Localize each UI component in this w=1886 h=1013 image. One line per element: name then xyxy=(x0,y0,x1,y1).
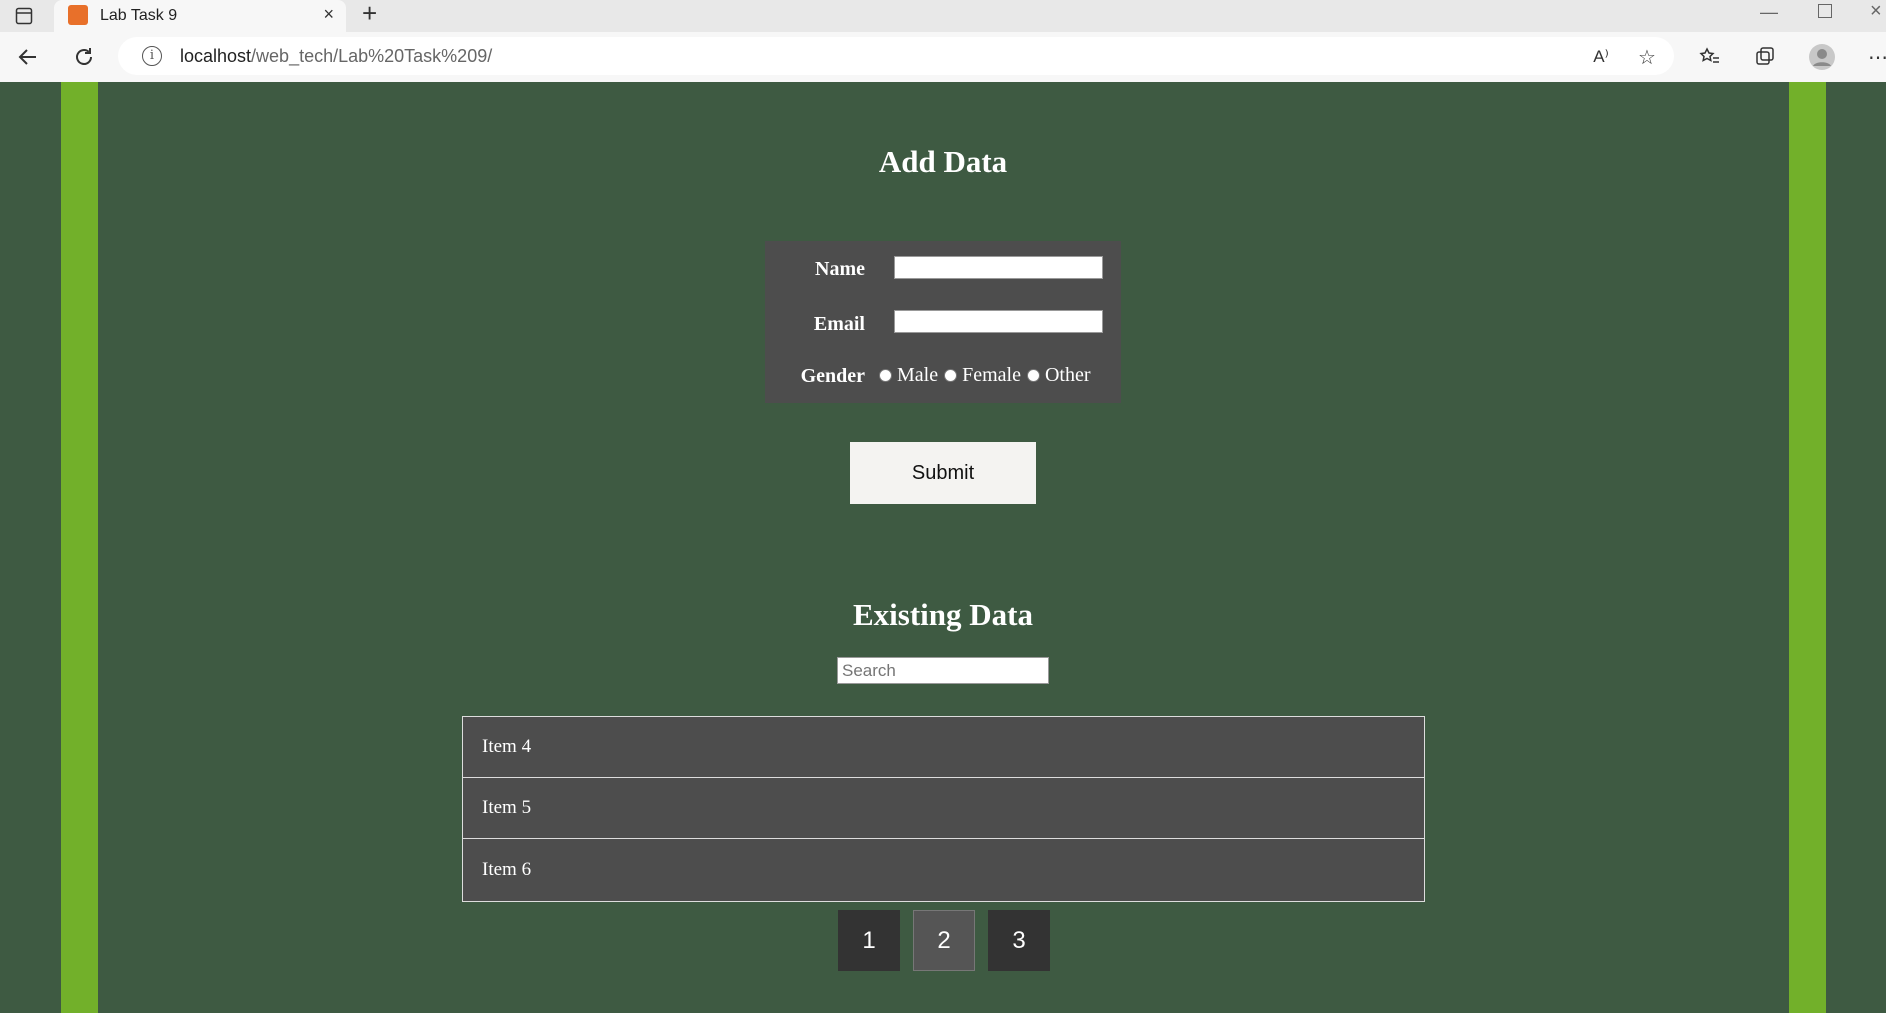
name-label: Name xyxy=(815,258,865,280)
gender-male-radio[interactable] xyxy=(879,369,892,382)
browser-tab-bar: Lab Task 9 × + — × xyxy=(0,0,1886,32)
list-item[interactable]: Item 6 xyxy=(463,839,1424,901)
gender-other-radio[interactable] xyxy=(1026,369,1040,382)
page-button-1[interactable]: 1 xyxy=(838,910,900,971)
page-button-2[interactable]: 2 xyxy=(913,910,975,971)
xampp-favicon-icon xyxy=(68,5,88,25)
collections-icon[interactable] xyxy=(1751,43,1779,71)
gender-label: Gender xyxy=(800,365,865,387)
gender-female-label: Female xyxy=(962,364,1021,386)
submit-button[interactable]: Submit xyxy=(850,442,1036,504)
restore-icon[interactable] xyxy=(1818,4,1832,18)
add-favorite-icon[interactable]: ☆ xyxy=(1633,43,1661,71)
gender-male-label: Male xyxy=(897,364,939,386)
gender-female-radio[interactable] xyxy=(944,369,958,382)
add-data-form: Name Email Gender Male Female Other xyxy=(765,241,1121,403)
left-stripe xyxy=(61,82,98,1013)
tab-actions-icon[interactable] xyxy=(12,4,36,28)
close-tab-icon[interactable]: × xyxy=(323,4,334,25)
minimize-icon[interactable]: — xyxy=(1760,2,1778,23)
site-info-icon[interactable]: i xyxy=(142,46,162,66)
list-item[interactable]: Item 4 xyxy=(463,717,1424,778)
search-input[interactable] xyxy=(837,657,1049,684)
page-content: Add Data Name Email Gender Male Female O… xyxy=(0,82,1886,1013)
read-aloud-icon[interactable]: A⁾ xyxy=(1587,43,1615,71)
favorites-icon[interactable] xyxy=(1696,43,1724,71)
pagination: 1 2 3 xyxy=(838,910,1063,971)
browser-tab[interactable]: Lab Task 9 × xyxy=(54,0,346,32)
email-label: Email xyxy=(813,313,865,335)
list-item[interactable]: Item 5 xyxy=(463,778,1424,839)
window-close-icon[interactable]: × xyxy=(1870,0,1882,23)
data-list: Item 4 Item 5 Item 6 xyxy=(462,716,1425,902)
existing-data-heading: Existing Data xyxy=(853,597,1033,632)
name-input[interactable] xyxy=(894,256,1103,279)
profile-avatar[interactable] xyxy=(1808,43,1836,71)
refresh-icon[interactable] xyxy=(70,43,98,71)
url-field[interactable]: i localhost/web_tech/Lab%20Task%209/ xyxy=(118,37,1674,75)
tab-title: Lab Task 9 xyxy=(100,7,178,24)
email-input[interactable] xyxy=(894,310,1103,333)
page-button-3[interactable]: 3 xyxy=(988,910,1050,971)
new-tab-button[interactable]: + xyxy=(362,0,377,26)
add-data-heading: Add Data xyxy=(878,144,1008,179)
gender-other-label: Other xyxy=(1044,364,1091,386)
address-bar-row: i localhost/web_tech/Lab%20Task%209/ A⁾ … xyxy=(0,32,1886,83)
more-menu-icon[interactable]: ⋯ xyxy=(1864,43,1886,71)
right-stripe xyxy=(1789,82,1826,1013)
gender-radio-group: Male Female Other xyxy=(879,364,1097,387)
url-text: localhost/web_tech/Lab%20Task%209/ xyxy=(180,46,493,66)
back-icon[interactable] xyxy=(14,43,42,71)
